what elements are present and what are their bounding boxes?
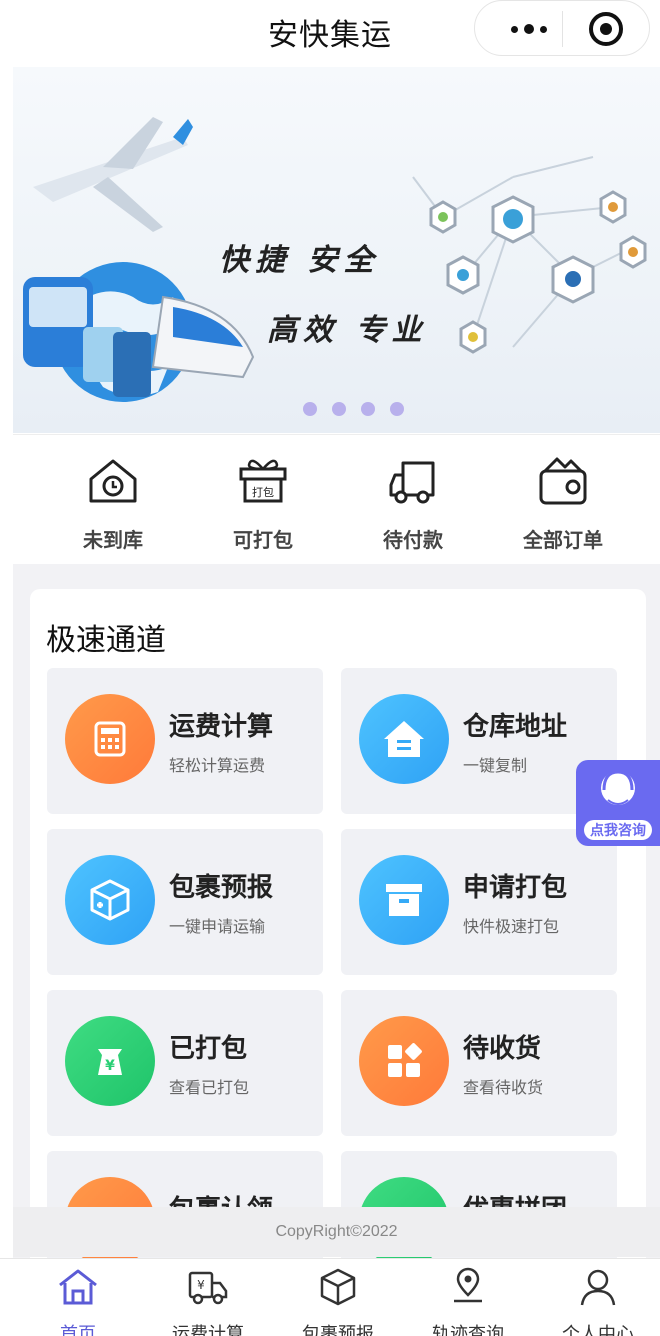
home-icon <box>59 1269 97 1305</box>
tile-title: 仓库地址 <box>463 711 568 741</box>
bottom-tab-bar: 首页 ¥ 运费计算 包裹预报 轨迹查询 个人中心 <box>0 1258 660 1336</box>
carousel-dot[interactable] <box>303 402 317 416</box>
shortcut-not-arrived[interactable]: 未到库 <box>43 453 183 553</box>
svg-text:¥: ¥ <box>105 1058 115 1074</box>
tab-freight[interactable]: ¥ 运费计算 <box>142 1267 274 1336</box>
user-icon <box>580 1269 616 1306</box>
svg-text:¥: ¥ <box>197 1278 205 1292</box>
fast-channel-card: 极速通道 运费计算 轻松计算运费 仓库地址 一键复制 包裹预报 一键申请运输 申… <box>30 589 646 1258</box>
tile-title: 运费计算 <box>169 711 274 741</box>
shortcut-label: 未到库 <box>83 530 143 552</box>
banner-slogan-line1: 快捷 安全 <box>219 243 380 278</box>
tile-title: 包裹预报 <box>169 872 274 902</box>
svg-text:打包: 打包 <box>252 485 274 499</box>
shortcut-can-pack[interactable]: 打包 可打包 <box>193 453 333 553</box>
wallet-icon <box>539 457 587 505</box>
tile-subtitle: 查看已打包 <box>169 1080 250 1097</box>
tab-tracking[interactable]: 轨迹查询 <box>402 1267 534 1336</box>
gift-package-icon: 打包 <box>239 459 287 503</box>
order-status-shortcuts: 未到库 打包 可打包 待付款 全部订单 <box>13 434 660 564</box>
carousel-dot[interactable] <box>332 402 346 416</box>
shortcut-label: 待付款 <box>383 530 443 552</box>
top-bar: 安快集运 <box>0 0 660 62</box>
tile-subtitle: 一键申请运输 <box>169 919 266 936</box>
tab-label: 轨迹查询 <box>432 1324 504 1336</box>
shortcut-label: 全部订单 <box>523 530 603 552</box>
tile-parcel-forecast[interactable]: 包裹预报 一键申请运输 <box>47 829 323 975</box>
tab-home[interactable]: 首页 <box>12 1267 144 1336</box>
carousel-indicators <box>303 402 404 416</box>
parcel-icon <box>65 855 155 945</box>
close-miniprogram-icon[interactable] <box>589 12 623 46</box>
customer-service-icon <box>601 770 635 805</box>
tab-label: 首页 <box>60 1324 96 1336</box>
truck-icon <box>389 461 435 504</box>
tile-freight-calc[interactable]: 运费计算 轻松计算运费 <box>47 668 323 814</box>
tile-awaiting-receipt[interactable]: 待收货 查看待收货 <box>341 990 617 1136</box>
tile-packed[interactable]: ¥ 已打包 查看已打包 <box>47 990 323 1136</box>
tab-profile[interactable]: 个人中心 <box>532 1267 660 1336</box>
grid-icon <box>359 1016 449 1106</box>
consult-label: 点我咨询 <box>584 820 652 840</box>
package-icon <box>320 1268 356 1306</box>
copyright: CopyRight©2022 <box>13 1207 660 1257</box>
carousel-dot[interactable] <box>361 402 375 416</box>
house-icon <box>359 694 449 784</box>
miniprogram-capsule <box>474 0 650 56</box>
tile-title: 申请打包 <box>463 872 568 902</box>
location-icon <box>454 1267 482 1303</box>
section-title: 极速通道 <box>46 624 166 657</box>
carousel-dot[interactable] <box>390 402 404 416</box>
tile-subtitle: 轻松计算运费 <box>169 758 266 775</box>
banner-carousel[interactable]: 快捷 安全 高效 专业 <box>13 67 660 433</box>
tab-label: 运费计算 <box>172 1324 244 1336</box>
tab-package-forecast[interactable]: 包裹预报 <box>272 1267 404 1336</box>
tile-title: 待收货 <box>463 1033 542 1063</box>
banner-slogan-line2: 高效 专业 <box>267 313 428 348</box>
money-bag-icon: ¥ <box>65 1016 155 1106</box>
shortcut-all-orders[interactable]: 全部订单 <box>493 453 633 553</box>
shortcut-label: 可打包 <box>233 530 293 552</box>
tile-subtitle: 快件极速打包 <box>463 919 560 936</box>
freight-icon: ¥ <box>188 1271 228 1305</box>
more-menu-icon[interactable] <box>499 18 559 40</box>
content-area: 极速通道 运费计算 轻松计算运费 仓库地址 一键复制 包裹预报 一键申请运输 申… <box>13 564 660 1258</box>
tile-apply-packing[interactable]: 申请打包 快件极速打包 <box>341 829 617 975</box>
tile-subtitle: 一键复制 <box>463 758 528 775</box>
shortcut-pending-payment[interactable]: 待付款 <box>343 453 483 553</box>
calculator-icon <box>65 694 155 784</box>
tab-label: 包裹预报 <box>302 1324 374 1336</box>
tab-label: 个人中心 <box>562 1324 634 1336</box>
capsule-divider <box>562 11 563 47</box>
tile-title: 已打包 <box>169 1033 248 1063</box>
consult-button[interactable]: 点我咨询 <box>576 760 660 846</box>
warehouse-clock-icon <box>89 459 137 503</box>
tile-subtitle: 查看待收货 <box>463 1080 544 1097</box>
archive-box-icon <box>359 855 449 945</box>
